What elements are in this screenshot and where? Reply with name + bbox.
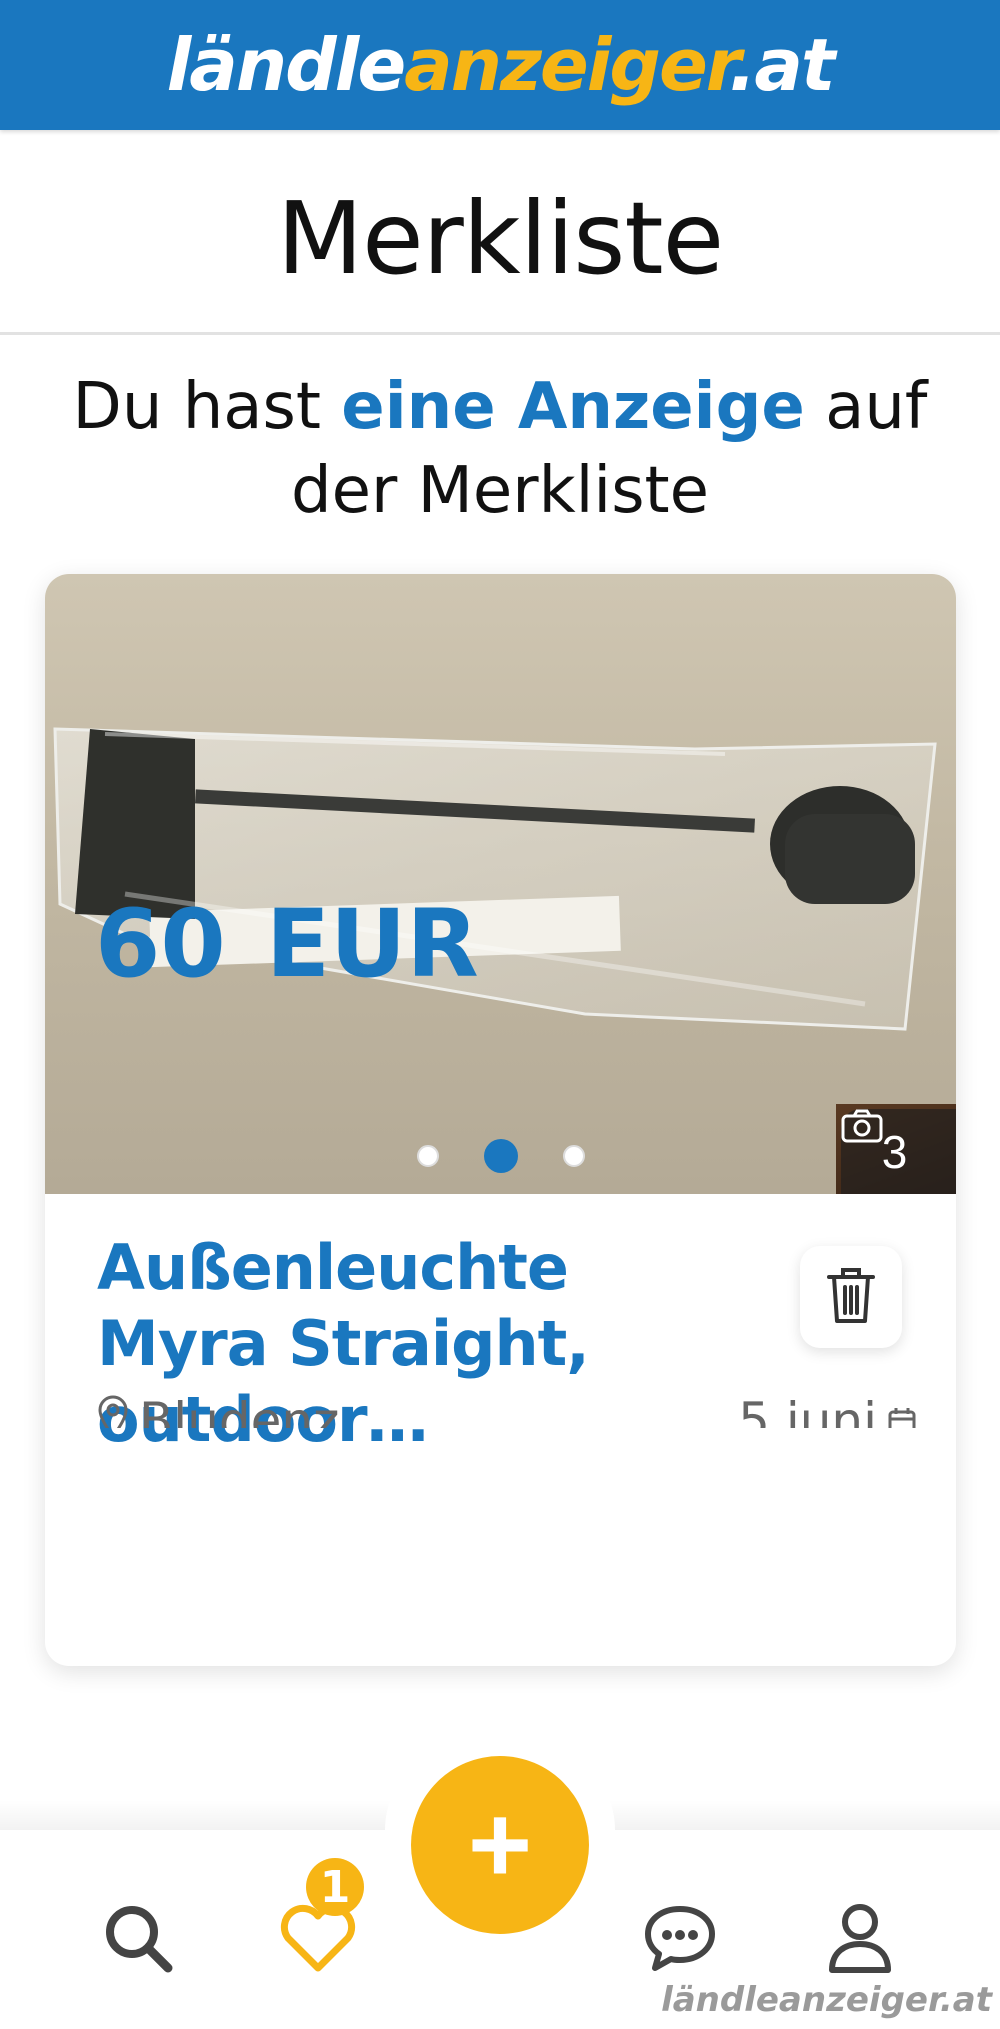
listing-photo-carousel[interactable]: 3: [45, 574, 956, 1194]
site-logo[interactable]: ländleanzeiger.at: [167, 29, 836, 101]
price-currency: EUR: [265, 890, 479, 999]
listing-photo: [53, 727, 937, 1031]
trash-icon: [825, 1265, 877, 1330]
saved-count-summary: Du hast eine Anzeige auf der Merkliste: [40, 365, 960, 533]
add-listing-button[interactable]: +: [411, 1756, 589, 1934]
carousel-dot[interactable]: [562, 1145, 585, 1167]
nav-search-button[interactable]: [88, 1890, 188, 1990]
location-text: Bludenz: [139, 1392, 340, 1428]
nav-messages-button[interactable]: [630, 1890, 730, 1990]
listing-location: Bludenz: [97, 1386, 339, 1428]
plus-icon: +: [467, 1783, 533, 1906]
search-icon: [102, 1902, 174, 1979]
logo-part-3: .at: [729, 23, 835, 107]
calendar-icon: [887, 1392, 917, 1428]
logo-part-2: anzeiger: [404, 23, 731, 107]
top-bar: ländleanzeiger.at: [0, 0, 1000, 130]
listing-meta-row: Bludenz 5 juni: [97, 1386, 917, 1428]
divider: [0, 332, 1000, 335]
chat-icon: [643, 1904, 717, 1977]
photo-count-badge: 3: [841, 1109, 956, 1194]
listing-details: Außenleuchte Myra Straight, outdoor… Blu…: [45, 1194, 956, 1666]
listing-meta: Bludenz 5 juni: [97, 1386, 917, 1428]
logo-part-1: ländle: [166, 23, 407, 107]
page: ländleanzeiger.at Merkliste Du hast eine…: [0, 0, 1000, 2029]
nav-profile-button[interactable]: [810, 1890, 910, 1990]
lamp-head-body: [785, 814, 915, 904]
location-pin-icon: [97, 1392, 129, 1428]
favorites-count-badge: 1: [306, 1858, 364, 1916]
summary-prefix: Du hast: [72, 370, 342, 444]
carousel-indicators: [45, 1139, 956, 1173]
photo-count-value: 3: [881, 1125, 908, 1178]
price-amount: 60: [95, 890, 226, 999]
listing-price: 60 EUR: [95, 890, 479, 999]
carousel-dot[interactable]: [483, 1139, 518, 1173]
user-icon: [827, 1902, 893, 1979]
page-title: Merkliste: [276, 180, 724, 297]
summary-highlight: eine Anzeige: [341, 370, 805, 444]
watermark: ländleanzeiger.at: [661, 1980, 992, 2020]
delete-button[interactable]: [800, 1246, 902, 1348]
date-text: 5 juni: [738, 1392, 877, 1428]
listing-date: 5 juni: [738, 1386, 917, 1428]
listing-card[interactable]: 3 Außenleuchte Myra Straight, outdoor… B…: [45, 574, 956, 1666]
carousel-dot[interactable]: [416, 1145, 439, 1167]
